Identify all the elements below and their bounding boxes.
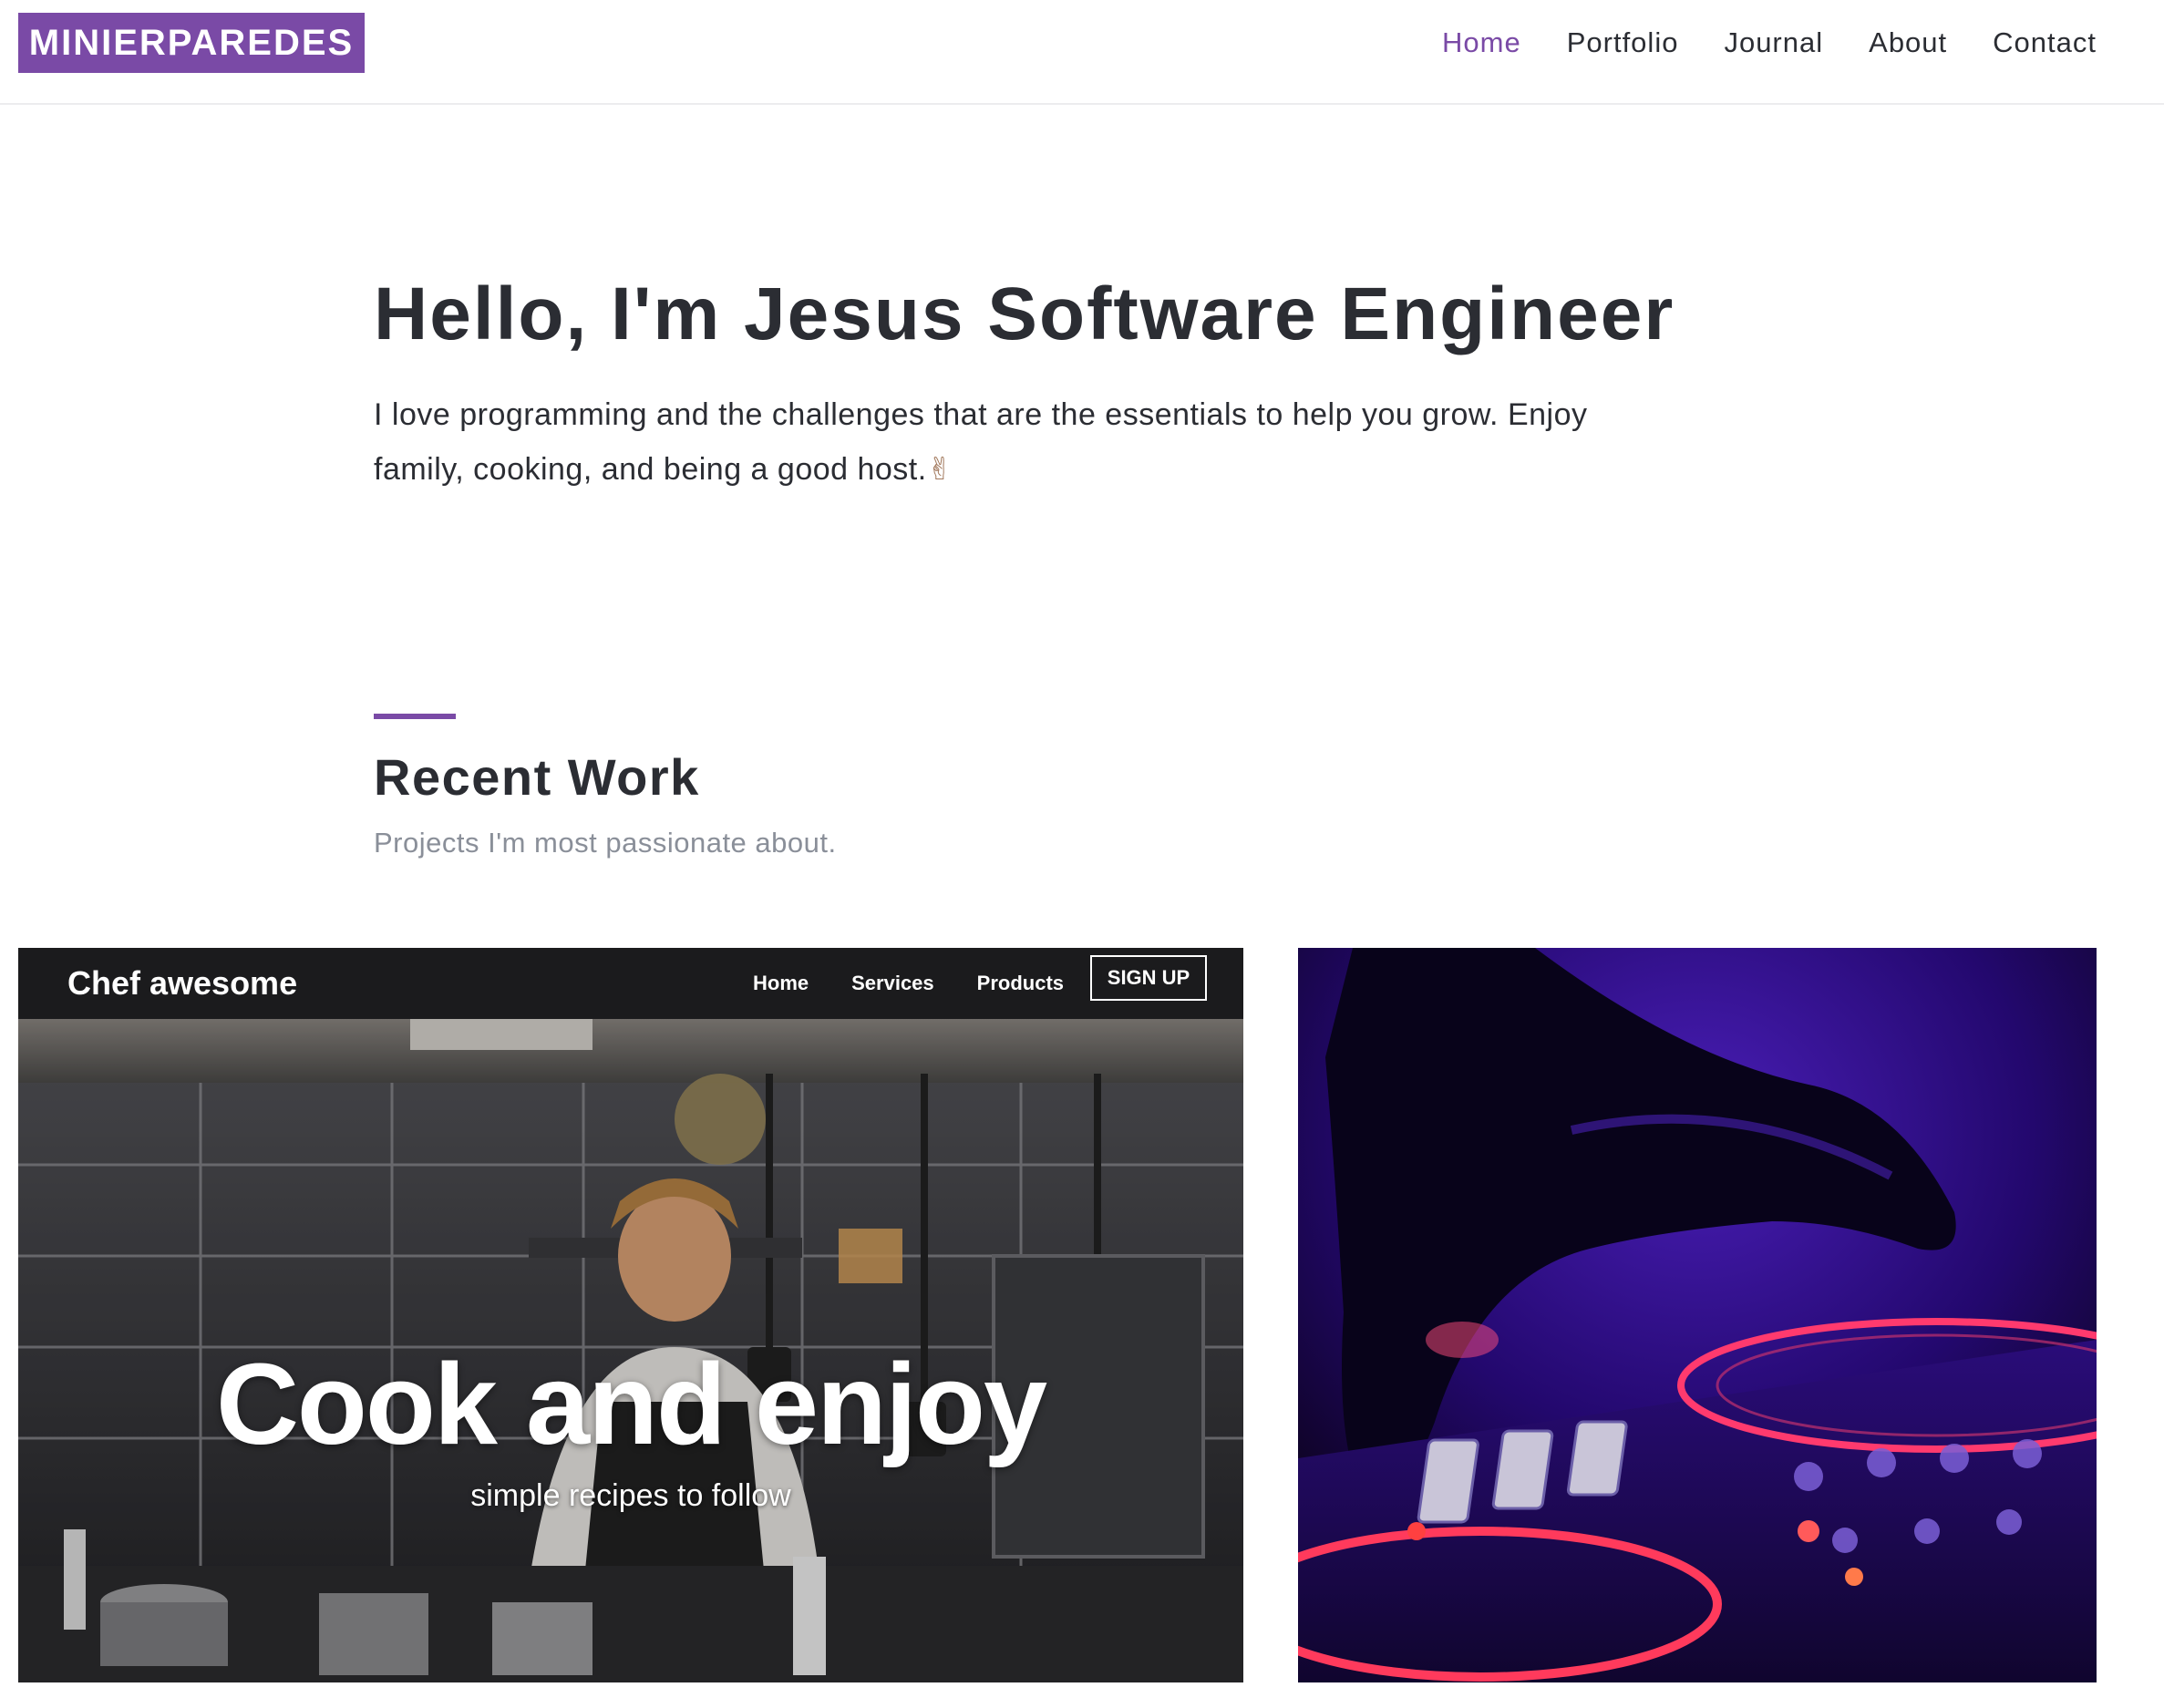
peace-hand-icon: ✌ (926, 451, 953, 488)
hero-description-text: I love programming and the challenges th… (374, 397, 1588, 487)
project-card-chef-awesome[interactable]: Chef awesome Home Services Products SIGN… (18, 948, 1243, 1682)
mockup-nav-products: Products (976, 972, 1065, 994)
mockup-headline: Cook and enjoy (215, 1340, 1047, 1468)
mockup-navbar: Chef awesome Home Services Products SIGN… (18, 948, 1243, 1019)
recent-work-title: Recent Work (374, 748, 700, 806)
nav-portfolio[interactable]: Portfolio (1567, 20, 1679, 66)
mockup-tagline: simple recipes to follow (470, 1478, 791, 1513)
project-card-dj[interactable] (1298, 948, 2097, 1682)
mockup-nav-home: Home (753, 972, 809, 994)
mockup-brand: Chef awesome (67, 964, 298, 1002)
hero-title: Hello, I'm Jesus Software Engineer (374, 273, 1675, 355)
mockup-nav-services: Services (851, 972, 934, 994)
site-logo[interactable]: MINIERPAREDES (18, 13, 365, 73)
mockup-signup-button: SIGN UP (1090, 955, 1207, 1001)
nav-contact[interactable]: Contact (1993, 20, 2097, 66)
nav-home[interactable]: Home (1442, 20, 1521, 66)
dj-turntable-photo (1298, 948, 2097, 1682)
recent-work-subtitle: Projects I'm most passionate about. (374, 827, 837, 859)
hero-description: I love programming and the challenges th… (374, 387, 1686, 497)
mockup-nav-links: Home Services Products (753, 957, 1064, 1010)
section-accent-line (374, 714, 456, 719)
nav-about[interactable]: About (1869, 20, 1947, 66)
nav-journal[interactable]: Journal (1724, 20, 1823, 66)
site-header: MINIERPAREDES Home Portfolio Journal Abo… (0, 0, 2164, 105)
main-nav: Home Portfolio Journal About Contact (1442, 20, 2097, 66)
